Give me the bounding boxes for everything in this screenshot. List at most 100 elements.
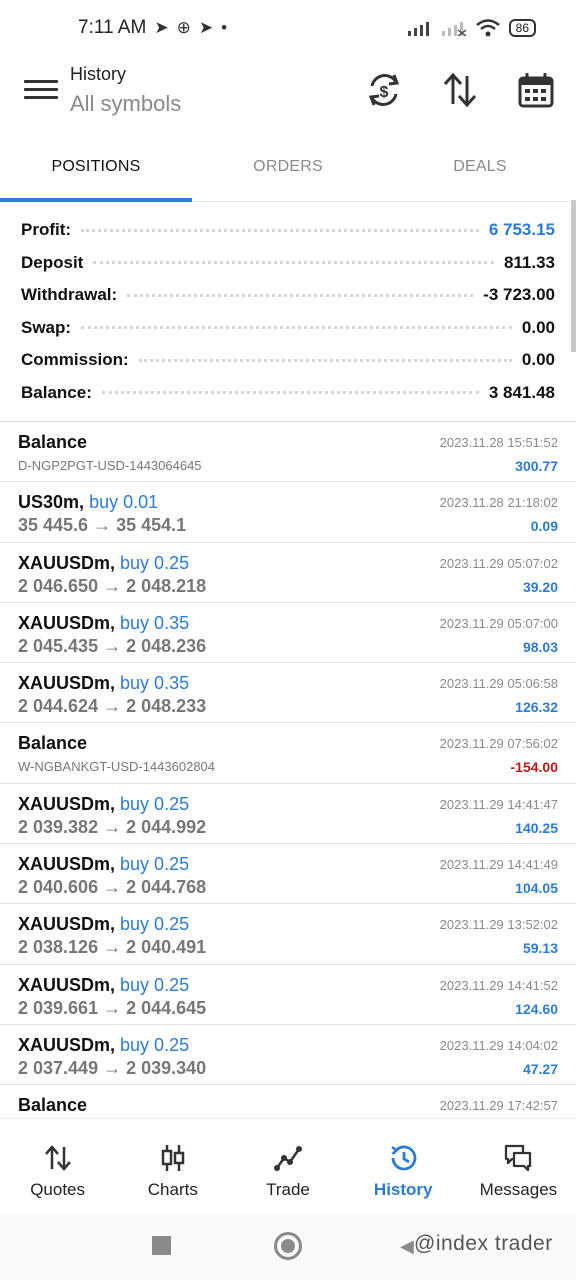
row-date: 2023.11.29 17:42:57 [439, 1098, 558, 1114]
list-item[interactable]: XAUUSDm, buy 0.25 2 040.606 → 2 044.768 … [0, 844, 576, 905]
row-symbol: XAUUSDm, [18, 914, 116, 935]
quotes-icon [44, 1145, 71, 1171]
row-symbol: US30m, [18, 492, 85, 513]
vpn-icon: ⊕ [176, 18, 191, 37]
row-profit: 104.05 [515, 880, 558, 897]
deposit-value: 811.33 [503, 252, 555, 272]
list-item[interactable]: US30m, buy 0.01 35 445.6 → 35 454.1 2023… [0, 482, 576, 543]
row-symbol: XAUUSDm, [18, 854, 116, 875]
row-profit: 140.25 [515, 819, 558, 836]
list-item[interactable]: XAUUSDm, buy 0.35 2 044.624 → 2 048.233 … [0, 663, 576, 724]
calendar-icon[interactable] [516, 70, 556, 110]
row-action: buy 0.25 [120, 854, 190, 875]
page-title: History [70, 64, 127, 84]
nav-messages[interactable]: Messages [461, 1119, 576, 1214]
row-prices: 2 039.382 → 2 044.992 [18, 816, 207, 837]
more-dot-icon: • [221, 18, 228, 37]
list-item[interactable]: XAUUSDm, buy 0.25 2 038.126 → 2 040.491 … [0, 904, 576, 965]
nav-quotes-label: Quotes [30, 1180, 85, 1199]
row-date: 2023.11.29 07:56:02 [439, 736, 558, 752]
row-action: buy 0.25 [120, 974, 190, 995]
commission-row: Commission: 0.00 [21, 344, 555, 376]
nav-quotes[interactable]: Quotes [0, 1119, 115, 1214]
commission-label: Commission: [21, 350, 129, 369]
messages-icon [505, 1144, 532, 1172]
row-profit: 0.09 [530, 518, 558, 535]
row-prices: 2 037.449 → 2 039.340 [18, 1057, 207, 1078]
commission-value: 0.00 [521, 350, 555, 369]
row-comment: W-NGBANKGT-USD-1443602804 [18, 759, 216, 775]
nav-messages-label: Messages [479, 1180, 558, 1199]
balance-value: 3 841.48 [488, 382, 555, 402]
row-action: buy 0.25 [120, 552, 190, 573]
signal-2-icon [441, 22, 467, 36]
home-button[interactable] [274, 1232, 302, 1260]
system-nav-bar: ◀ @index trader [0, 1214, 576, 1280]
list-item[interactable]: XAUUSDm, buy 0.35 2 045.435 → 2 048.236 … [0, 603, 576, 664]
scrollbar[interactable] [571, 200, 576, 352]
row-symbol: XAUUSDm, [18, 673, 116, 694]
positions-list: Balance D-NGP2PGT-USD-1443064645 2023.11… [0, 422, 576, 1118]
row-profit: -154.00 [510, 759, 558, 776]
balance-label: Balance: [21, 382, 92, 402]
row-symbol: XAUUSDm, [18, 612, 116, 633]
row-prices: 2 039.661 → 2 044.645 [18, 997, 207, 1018]
row-date: 2023.11.28 15:51:52 [439, 435, 558, 450]
row-profit: 126.32 [515, 699, 558, 716]
row-date: 2023.11.29 14:41:52 [439, 977, 558, 993]
row-date: 2023.11.29 05:07:00 [439, 615, 558, 631]
sync-dollar-icon[interactable]: $ [364, 70, 404, 110]
recents-button[interactable] [152, 1236, 171, 1255]
row-comment: D-NGP2PGT-USD-1443064645 [18, 458, 202, 473]
row-symbol: Balance [18, 733, 88, 754]
row-date: 2023.11.29 14:04:02 [439, 1037, 558, 1053]
row-action: buy 0.35 [120, 673, 190, 694]
row-action: buy 0.25 [120, 793, 190, 814]
list-item[interactable]: XAUUSDm, buy 0.25 2 039.661 → 2 044.645 … [0, 965, 576, 1025]
row-profit: 39.20 [522, 578, 558, 595]
tab-deals[interactable]: DEALS [384, 140, 576, 201]
telegram-icon: ➤ [154, 18, 169, 37]
row-prices: 2 040.606 → 2 044.768 [18, 877, 207, 898]
deposit-label: Deposit [21, 252, 84, 272]
row-prices: 35 445.6 → 35 454.1 [18, 515, 187, 536]
row-profit: 124.60 [515, 1000, 558, 1017]
row-date: 2023.11.29 14:41:49 [439, 857, 558, 873]
nav-charts[interactable]: Charts [115, 1119, 230, 1214]
tab-orders[interactable]: ORDERS [192, 140, 384, 201]
swap-label: Swap: [21, 317, 72, 337]
withdrawal-value: -3 723.00 [483, 285, 555, 304]
list-item[interactable]: XAUUSDm, buy 0.25 2 037.449 → 2 039.340 … [0, 1025, 576, 1086]
watermark: @index trader [414, 1232, 553, 1255]
row-symbol: XAUUSDm, [18, 1034, 116, 1055]
nav-trade-label: Trade [266, 1180, 310, 1199]
list-item[interactable]: XAUUSDm, buy 0.25 2 046.650 → 2 048.218 … [0, 543, 576, 603]
withdrawal-label: Withdrawal: [21, 285, 118, 304]
nav-charts-label: Charts [147, 1180, 198, 1199]
row-profit: 47.27 [522, 1060, 558, 1077]
profit-row: Profit: 6 753.15 [21, 214, 555, 246]
row-profit: 98.03 [522, 638, 558, 655]
list-item[interactable]: Balance 2023.11.29 17:42:57 [0, 1085, 576, 1118]
symbol-filter[interactable]: All symbols [70, 91, 181, 117]
back-button[interactable]: ◀ [400, 1236, 414, 1257]
nav-trade[interactable]: Trade [230, 1119, 345, 1214]
nav-history[interactable]: History [346, 1119, 461, 1214]
swap-value: 0.00 [521, 317, 555, 337]
list-item[interactable]: XAUUSDm, buy 0.25 2 039.382 → 2 044.992 … [0, 784, 576, 845]
tab-positions[interactable]: POSITIONS [0, 140, 192, 202]
row-profit: 59.13 [522, 940, 558, 957]
row-action: buy 0.01 [89, 492, 159, 513]
row-symbol: XAUUSDm, [18, 793, 116, 814]
row-date: 2023.11.29 05:06:58 [439, 676, 558, 692]
menu-icon[interactable] [24, 76, 58, 108]
sort-icon[interactable] [440, 70, 480, 110]
wifi-icon [475, 19, 500, 37]
list-item[interactable]: Balance D-NGP2PGT-USD-1443064645 2023.11… [0, 422, 576, 483]
row-profit: 300.77 [515, 458, 558, 474]
list-item[interactable]: Balance W-NGBANKGT-USD-1443602804 2023.1… [0, 723, 576, 784]
app-bar: History All symbols $ [0, 56, 576, 136]
row-date: 2023.11.29 14:41:47 [439, 796, 558, 812]
profit-value: 6 753.15 [488, 220, 555, 239]
row-symbol: Balance [18, 1095, 88, 1116]
